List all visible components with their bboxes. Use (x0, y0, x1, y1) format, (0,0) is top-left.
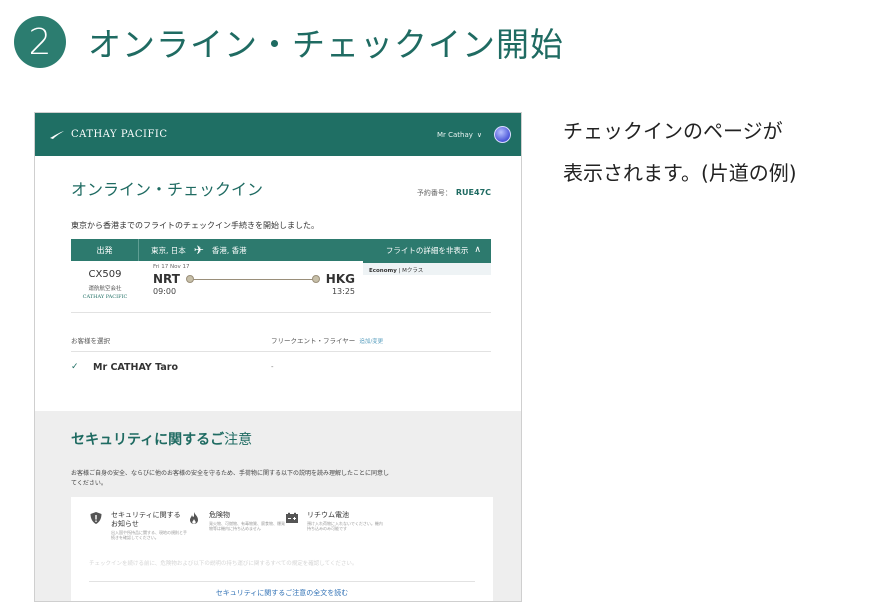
operator-label: 運航航空会社 (88, 286, 122, 292)
passenger-table-header: お客様を選択 フリークエント・フライヤー 追加/変更 (71, 335, 491, 352)
brushwing-logo-icon (50, 130, 64, 139)
route: 東京, 日本 ✈ 香港, 香港 (139, 243, 386, 257)
step-header: 2 オンライン・チェックイン開始 (14, 16, 564, 68)
passenger-name: Mr CATHAY Taro (93, 361, 178, 373)
security-confirm-text: チェックインを続ける前に、危険物および以下の説明の持ち運びに関するすべての規定を… (89, 561, 358, 567)
step-title: オンライン・チェックイン開始 (88, 25, 564, 64)
flight-track-line (185, 274, 320, 283)
frequent-flyer-value: - (271, 363, 274, 371)
security-item-desc: 発火物、可燃物、有毒物質、腐食物、爆発物等は機内に持ち込めません (209, 521, 285, 531)
cabin-class-box: Economy | Mクラス (363, 261, 491, 275)
shield-icon (90, 512, 102, 524)
user-name: Mr Cathay (436, 130, 473, 139)
flight-info: CX509 運航航空会社 CATHAY PACIFIC (71, 261, 139, 312)
flight-summary-bar: 出発 東京, 日本 ✈ 香港, 香港 フライトの詳細を非表示 ∧ (71, 239, 491, 261)
depart-label: 出発 (71, 239, 139, 261)
passenger-row: ✓ Mr CATHAY Taro - (71, 352, 491, 382)
security-item-title: リチウム電池 (307, 511, 349, 519)
booking-reference: 予約番号： RUE47C (417, 188, 491, 198)
security-title: セキュリティに関するご注意 (71, 429, 493, 449)
brand-logo[interactable]: CATHAY PACIFIC (49, 129, 168, 140)
frequent-flyer-header: フリークエント・フライヤー 追加/変更 (271, 335, 383, 345)
security-item-title: 危険物 (209, 511, 230, 519)
departure-dot-icon (185, 274, 194, 283)
departure-time: 09:00 (153, 287, 177, 296)
security-card: セキュリティに関するお知らせ 出入国や所持品に関する、現地の規則と手続きを確認し… (71, 497, 493, 601)
passenger-checkbox[interactable]: ✓ (71, 362, 81, 372)
cabin-name: Economy (369, 268, 397, 274)
security-title-main: セキュリティに関するご (71, 432, 225, 448)
security-item-desc: 出入国や所持品に関する、現地の規則と手続きを確認してください。 (111, 530, 187, 540)
origin-city: 東京, 日本 (151, 245, 186, 255)
user-menu[interactable]: Mr Cathay ∨ (437, 126, 511, 143)
add-edit-link[interactable]: 追加/変更 (359, 339, 383, 345)
booking-code: RUE47C (455, 188, 491, 197)
flight-times: Fri 17 Nov 17 NRT HKG 09:00 13:25 (139, 261, 363, 312)
chevron-up-icon: ∧ (474, 245, 481, 255)
security-item-notice: セキュリティに関するお知らせ 出入国や所持品に関する、現地の規則と手続きを確認し… (89, 511, 187, 540)
security-notice-section: セキュリティに関するご注意 お客様ご自身の安全、ならびに他のお客様の安全を守るた… (35, 411, 521, 601)
security-text: お客様ご自身の安全、ならびに他のお客様の安全を守るため、手荷物に関する以下の説明… (71, 470, 390, 487)
hide-details-label: フライトの詳細を非表示 (385, 245, 469, 255)
frequent-flyer-label: フリークエント・フライヤー (271, 337, 356, 345)
battery-icon (286, 512, 298, 523)
security-item-title: セキュリティに関するお知らせ (111, 511, 181, 528)
plane-icon: ✈ (193, 243, 204, 257)
hide-flight-details-toggle[interactable]: フライトの詳細を非表示 ∧ (386, 245, 491, 256)
select-passenger-label: お客様を選択 (71, 337, 110, 345)
arrival-time: 13:25 (331, 287, 355, 296)
page-title: オンライン・チェックイン (71, 180, 264, 199)
flame-icon (190, 512, 198, 524)
cabin-info: Economy | Mクラス (363, 261, 491, 312)
intro-text: 東京から香港までのフライトのチェックイン手続きを開始しました。 (71, 221, 319, 230)
operator-logo: CATHAY PACIFIC (82, 294, 128, 300)
language-globe-icon[interactable] (494, 126, 511, 143)
flight-number: CX509 (88, 269, 122, 280)
brand-name: CATHAY PACIFIC (71, 129, 168, 140)
arrival-dot-icon (311, 274, 320, 283)
checkin-content: オンライン・チェックイン 予約番号： RUE47C 東京から香港までのフライトのチ… (35, 176, 521, 382)
checkin-screenshot: CATHAY PACIFIC Mr Cathay ∨ オンライン・チェックイン … (34, 112, 522, 602)
description-line-1: チェックインのページが (563, 119, 783, 143)
flight-date: Fri 17 Nov 17 (153, 264, 190, 270)
booking-class: Mクラス (402, 268, 424, 274)
chevron-down-icon: ∨ (476, 130, 482, 139)
step-number-badge: 2 (14, 16, 66, 68)
step-description: チェックインのページが 表示されます。(片道の例) (563, 110, 863, 194)
departure-airport: NRT (153, 272, 180, 286)
security-item-dangerous-goods: 危険物 発火物、可燃物、有毒物質、腐食物、爆発物等は機内に持ち込めません (187, 511, 285, 540)
security-item-lithium-battery: リチウム電池 預け入れ荷物に入れないでください。機内持ち込みのみ可能です (285, 511, 383, 540)
security-item-desc: 預け入れ荷物に入れないでください。機内持ち込みのみ可能です (307, 521, 383, 531)
site-header: CATHAY PACIFIC Mr Cathay ∨ (35, 113, 521, 156)
arrival-airport: HKG (325, 272, 355, 286)
booking-label: 予約番号： (416, 189, 452, 197)
flight-segment: CX509 運航航空会社 CATHAY PACIFIC Fri 17 Nov 1… (71, 261, 491, 313)
description-line-2: 表示されます。(片道の例) (563, 161, 797, 185)
read-full-security-notice-link[interactable]: セキュリティに関するご注意の全文を読む (89, 581, 475, 598)
destination-city: 香港, 香港 (211, 245, 247, 255)
security-title-rest: 注意 (224, 432, 253, 448)
